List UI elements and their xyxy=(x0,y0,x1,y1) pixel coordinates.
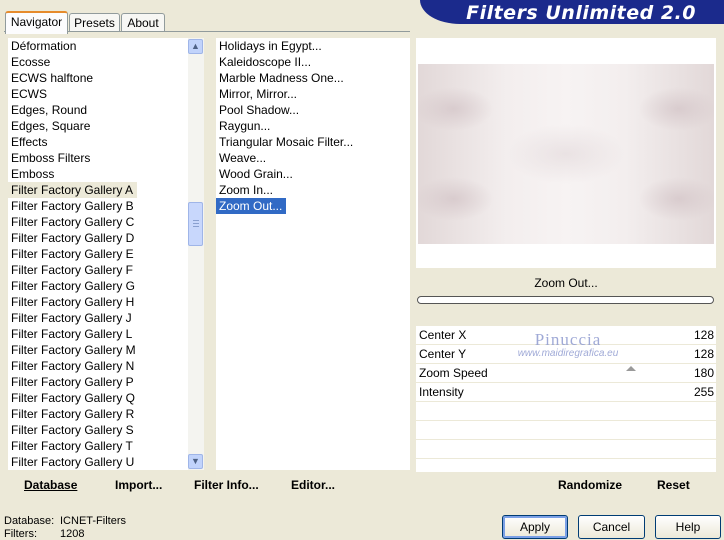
filter-item[interactable]: Holidays in Egypt... xyxy=(216,38,410,54)
status-database-value: ICNET-Filters xyxy=(60,515,126,527)
category-item[interactable]: Filter Factory Gallery D xyxy=(8,230,188,246)
category-item[interactable]: ECWS xyxy=(8,86,188,102)
filter-item[interactable]: Marble Madness One... xyxy=(216,70,410,86)
category-item[interactable]: Filter Factory Gallery R xyxy=(8,406,188,422)
filter-item[interactable]: Mirror, Mirror... xyxy=(216,86,410,102)
parameter-value: 180 xyxy=(693,366,714,380)
category-item[interactable]: Filter Factory Gallery E xyxy=(8,246,188,262)
cancel-button[interactable]: Cancel xyxy=(578,515,645,539)
category-item[interactable]: Filter Factory Gallery H xyxy=(8,294,188,310)
help-button[interactable]: Help xyxy=(655,515,721,539)
filter-list[interactable]: Holidays in Egypt... Kaleidoscope II... Ma… xyxy=(216,38,410,470)
parameter-label: Zoom Speed xyxy=(419,366,488,380)
category-item[interactable]: Filter Factory Gallery S xyxy=(8,422,188,438)
parameter-label: Intensity xyxy=(419,385,464,399)
preview-image xyxy=(418,64,714,244)
filter-info-button[interactable]: Filter Info... xyxy=(194,478,259,492)
import-button[interactable]: Import... xyxy=(115,478,162,492)
category-item[interactable]: Filter Factory Gallery C xyxy=(8,214,188,230)
category-item[interactable]: Filter Factory Gallery U xyxy=(8,454,188,470)
parameter-row[interactable]: Intensity 255 xyxy=(416,383,716,402)
parameter-label: Center X xyxy=(419,328,467,342)
category-item[interactable]: Ecosse xyxy=(8,54,188,70)
category-item[interactable]: Edges, Square xyxy=(8,118,188,134)
category-item[interactable]: Filter Factory Gallery Q xyxy=(8,390,188,406)
parameter-row[interactable]: Center X 128 xyxy=(416,326,716,345)
category-item[interactable]: Filter Factory Gallery B xyxy=(8,198,188,214)
tab-presets[interactable]: Presets xyxy=(69,13,120,32)
parameter-panel: Center X 128 Center Y 128 Zoom Speed 180 Inten… xyxy=(416,326,716,478)
parameter-value: 128 xyxy=(693,328,714,342)
filter-item[interactable]: Wood Grain... xyxy=(216,166,410,182)
parameter-label: Center Y xyxy=(419,347,467,361)
parameter-row[interactable]: Zoom Speed 180 xyxy=(416,364,716,383)
editor-button[interactable]: Editor... xyxy=(291,478,335,492)
app-title: Filters Unlimited 2.0 xyxy=(466,2,696,24)
parameter-row xyxy=(416,402,716,421)
category-item[interactable]: Filter Factory Gallery J xyxy=(8,310,188,326)
category-scrollbar[interactable]: ▲ ▼ xyxy=(188,38,204,470)
progress-bar xyxy=(417,296,714,304)
title-banner: Filters Unlimited 2.0 xyxy=(420,0,724,24)
parameter-row xyxy=(416,459,716,478)
category-item[interactable]: Effects xyxy=(8,134,188,150)
category-item[interactable]: Emboss Filters xyxy=(8,150,188,166)
reset-button[interactable]: Reset xyxy=(657,478,690,492)
filter-item[interactable]: Kaleidoscope II... xyxy=(216,54,410,70)
parameter-value: 255 xyxy=(693,385,714,399)
category-item[interactable]: Filter Factory Gallery L xyxy=(8,326,188,342)
status-database-label: Database: xyxy=(4,515,55,527)
scroll-thumb[interactable] xyxy=(188,202,203,246)
category-item[interactable]: Emboss xyxy=(8,166,188,182)
filter-item[interactable]: Raygun... xyxy=(216,118,410,134)
category-item[interactable]: Edges, Round xyxy=(8,102,188,118)
parameter-row xyxy=(416,440,716,459)
filter-item[interactable]: Zoom Out... xyxy=(216,198,287,214)
tab-navigator[interactable]: Navigator xyxy=(5,11,68,34)
parameter-row xyxy=(416,421,716,440)
category-item[interactable]: Filter Factory Gallery P xyxy=(8,374,188,390)
category-item[interactable]: Filter Factory Gallery N xyxy=(8,358,188,374)
filter-item[interactable]: Triangular Mosaic Filter... xyxy=(216,134,410,150)
parameter-value: 128 xyxy=(693,347,714,361)
category-item[interactable]: Déformation xyxy=(8,38,188,54)
slider-marker-icon[interactable] xyxy=(626,366,636,371)
status-filters-value: 1208 xyxy=(60,528,85,540)
category-item[interactable]: Filter Factory Gallery M xyxy=(8,342,188,358)
category-item[interactable]: Filter Factory Gallery T xyxy=(8,438,188,454)
apply-button[interactable]: Apply xyxy=(502,515,568,539)
scroll-up-icon[interactable]: ▲ xyxy=(188,39,203,54)
database-button[interactable]: Database xyxy=(24,478,77,492)
filter-item[interactable]: Pool Shadow... xyxy=(216,102,410,118)
category-item[interactable]: Filter Factory Gallery F xyxy=(8,262,188,278)
preview-panel xyxy=(416,38,716,268)
scroll-down-icon[interactable]: ▼ xyxy=(188,454,203,469)
category-item[interactable]: ECWS halftone xyxy=(8,70,188,86)
parameter-row[interactable]: Center Y 128 xyxy=(416,345,716,364)
tab-about[interactable]: About xyxy=(121,13,165,32)
category-item[interactable]: Filter Factory Gallery G xyxy=(8,278,188,294)
category-item[interactable]: Filter Factory Gallery A xyxy=(8,182,138,198)
filter-item[interactable]: Zoom In... xyxy=(216,182,410,198)
selected-filter-name: Zoom Out... xyxy=(534,276,598,290)
category-list[interactable]: Déformation Ecosse ECWS halftone ECWS Edges,… xyxy=(8,38,188,470)
filter-item[interactable]: Weave... xyxy=(216,150,410,166)
status-filters-label: Filters: xyxy=(4,528,37,540)
randomize-button[interactable]: Randomize xyxy=(558,478,622,492)
